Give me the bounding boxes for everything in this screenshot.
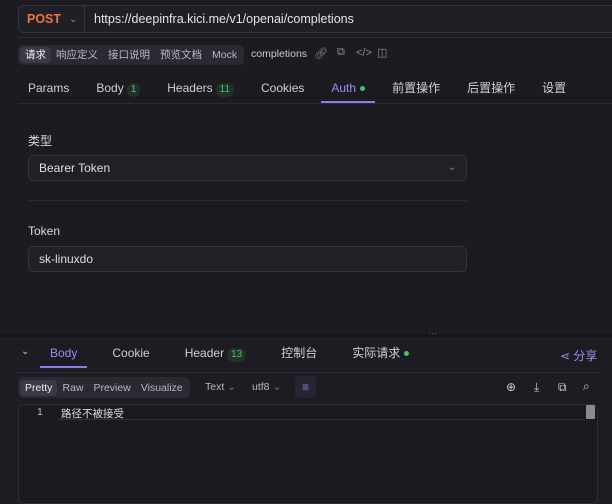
- response-tabs: Body Cookie Header 13 控制台 实际请求: [40, 343, 426, 368]
- view-visualize[interactable]: Visualize: [136, 380, 188, 396]
- auth-type-select[interactable]: Bearer Token ⌄: [28, 155, 467, 181]
- token-input[interactable]: sk-linuxdo: [28, 246, 467, 272]
- divider: [18, 37, 612, 38]
- segment-mock[interactable]: Mock: [207, 47, 242, 63]
- method-select[interactable]: POST ⌄: [19, 6, 85, 32]
- tab-auth[interactable]: Auth: [321, 78, 375, 103]
- scrollbar-thumb[interactable]: [586, 405, 595, 419]
- tab-headers[interactable]: Headers 11: [157, 78, 244, 102]
- line-number: 1: [37, 406, 43, 418]
- encoding-select[interactable]: utf8 ⌄: [252, 381, 281, 393]
- link-icon[interactable]: 🔗︎: [314, 47, 328, 60]
- view-raw[interactable]: Raw: [57, 380, 88, 396]
- count-badge: 13: [227, 348, 247, 362]
- chevron-down-icon: ⌄: [447, 162, 456, 173]
- request-tabs: Params Body 1 Headers 11 Cookies Auth 前置操作…: [18, 78, 583, 103]
- tab-pre-ops[interactable]: 前置操作: [382, 78, 450, 102]
- collapse-chevron-icon[interactable]: ⌄: [21, 346, 29, 357]
- segment-response-def[interactable]: 响应定义: [51, 47, 103, 63]
- search-icon[interactable]: ⌕: [583, 379, 590, 394]
- status-dot: [360, 86, 366, 92]
- tab-cookies[interactable]: Cookies: [251, 78, 314, 102]
- wrap-toggle-icon[interactable]: ≡: [295, 376, 316, 398]
- download-icon[interactable]: ⤓: [534, 380, 539, 395]
- status-dot: [404, 351, 410, 357]
- url-bar: POST ⌄ https://deepinfra.kici.me/v1/opena…: [18, 5, 612, 33]
- share-icon: ⋖: [560, 349, 571, 363]
- tab-response-header[interactable]: Header 13: [175, 343, 256, 367]
- method-label: POST: [27, 12, 62, 26]
- copy-icon[interactable]: ⧉: [337, 46, 345, 59]
- divider: [28, 200, 467, 201]
- format-select[interactable]: Text ⌄: [205, 381, 236, 393]
- tab-response-cookie[interactable]: Cookie: [102, 343, 159, 367]
- segment-request[interactable]: 请求: [20, 47, 51, 63]
- tab-settings[interactable]: 设置: [532, 78, 576, 102]
- count-badge: 1: [126, 83, 141, 97]
- request-segment: 请求 响应定义 接口说明 预览文档 Mock: [18, 45, 245, 65]
- tab-console[interactable]: 控制台: [271, 343, 327, 367]
- response-body-text: 路径不被接受: [61, 408, 124, 420]
- tab-actual-request[interactable]: 实际请求: [342, 343, 419, 367]
- share-button[interactable]: ⋖ 分享: [560, 347, 597, 364]
- tab-params[interactable]: Params: [18, 78, 79, 102]
- tab-post-ops[interactable]: 后置操作: [457, 78, 525, 102]
- copy-icon[interactable]: ⧉: [558, 380, 567, 395]
- divider: [18, 103, 612, 104]
- chevron-down-icon: ⌄: [69, 13, 78, 25]
- upload-icon[interactable]: ⊕: [506, 380, 516, 394]
- code-icon[interactable]: </>: [356, 47, 372, 59]
- view-pretty[interactable]: Pretty: [20, 379, 58, 396]
- panel-icon[interactable]: ◫: [377, 46, 387, 59]
- tab-response-body[interactable]: Body: [40, 343, 88, 368]
- url-input[interactable]: https://deepinfra.kici.me/v1/openai/comp…: [85, 12, 354, 26]
- segment-preview-doc[interactable]: 预览文档: [155, 47, 207, 63]
- view-preview[interactable]: Preview: [88, 380, 135, 396]
- token-label: Token: [28, 224, 61, 238]
- api-name: completions: [251, 48, 308, 60]
- segment-api-doc[interactable]: 接口说明: [103, 47, 155, 63]
- tab-body[interactable]: Body 1: [86, 78, 150, 102]
- auth-type-label: 类型: [28, 134, 53, 148]
- count-badge: 11: [215, 83, 235, 97]
- view-segment: Pretty Raw Preview Visualize: [18, 377, 190, 398]
- divider: [18, 372, 598, 373]
